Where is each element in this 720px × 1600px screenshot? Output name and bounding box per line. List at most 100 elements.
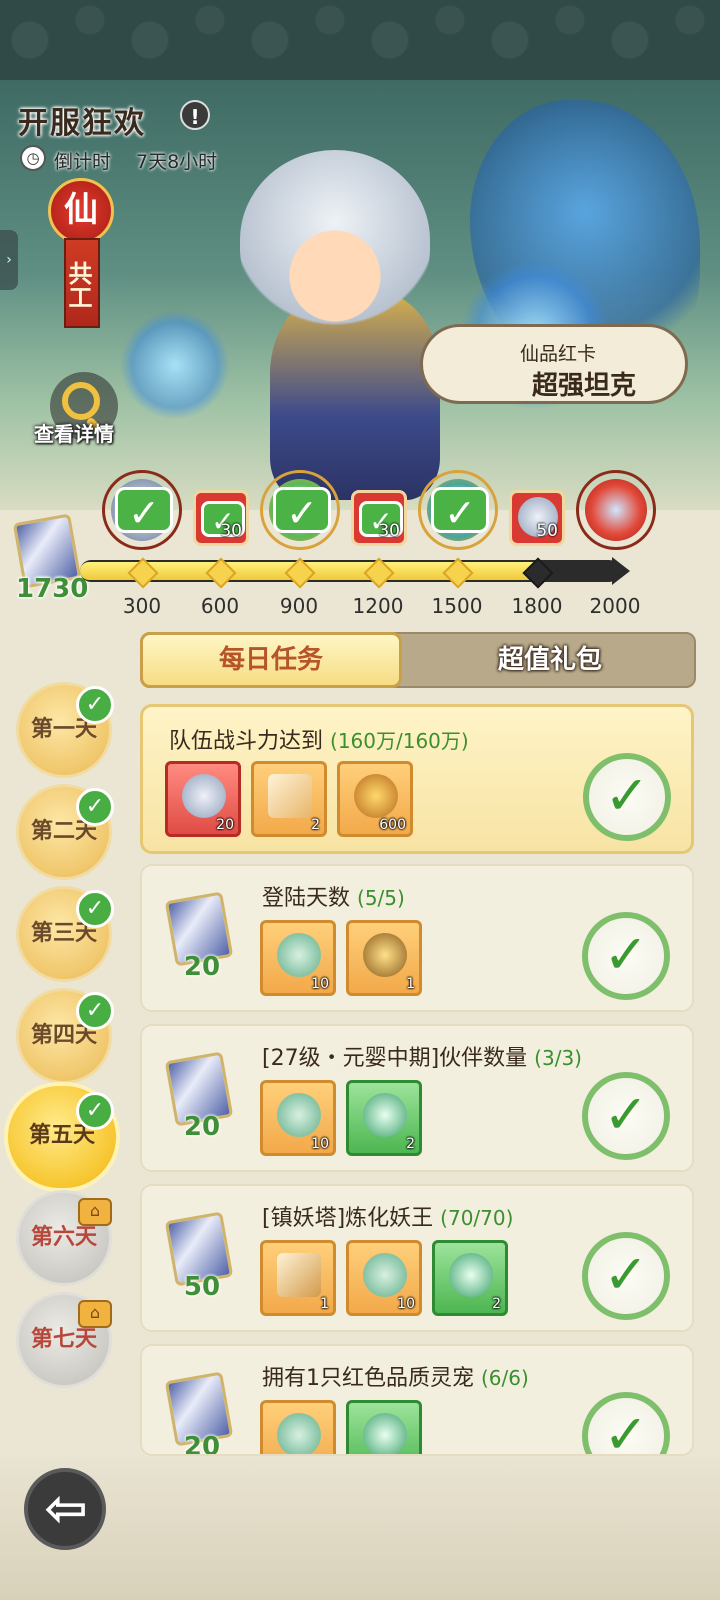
reward-hero-shard[interactable]: 50 [509, 490, 565, 546]
rank-badge: 仙 [48, 178, 114, 244]
reward-item[interactable] [260, 1400, 336, 1454]
gold-orb-icon [354, 774, 398, 818]
day-complete-check-icon: ✓ [76, 788, 114, 826]
task-progress: (160万/160万) [330, 729, 469, 753]
clock-icon: ◷ [20, 145, 46, 171]
item-count: 10 [397, 1296, 415, 1312]
task-points: 20 [183, 1432, 221, 1456]
lock-icon: ⌂ [78, 1198, 112, 1226]
reward-item[interactable]: 10 [260, 1080, 336, 1156]
jade-fish-icon [277, 1093, 321, 1137]
claimed-check-icon: ✓ [431, 487, 489, 535]
reward-item[interactable]: 2 [251, 761, 327, 837]
day-complete-check-icon: ✓ [76, 1092, 114, 1130]
countdown-label: 倒计时 [54, 151, 112, 173]
task-card: 20 拥有1只红色品质灵宠 (6/6) ✓ [140, 1344, 694, 1456]
tab-daily-tasks[interactable]: 每日任务 [140, 632, 402, 688]
jade-orb-icon [449, 1253, 493, 1297]
reward-item[interactable]: 2 [432, 1240, 508, 1316]
day-complete-check-icon: ✓ [76, 992, 114, 1030]
reward-hero-shard[interactable]: ✓ 30 [193, 490, 249, 546]
reward-item[interactable]: 20 [165, 761, 241, 837]
reward-hero-avatar[interactable]: ✓ [102, 470, 182, 550]
info-icon[interactable]: ! [180, 100, 210, 130]
reward-jade-item[interactable]: ✓ [260, 470, 340, 550]
item-count: 20 [216, 817, 234, 833]
reward-item[interactable]: 10 [346, 1240, 422, 1316]
claimed-check-icon: ✓ [273, 487, 331, 535]
jade-orb-icon [363, 1413, 407, 1454]
item-count: 2 [311, 817, 320, 833]
reward-count: 30 [220, 521, 242, 541]
hero-name-ribbon: 共工 [64, 238, 100, 328]
task-title-text: 拥有1只红色品质灵宠 [262, 1366, 474, 1391]
task-progress: (3/3) [534, 1046, 582, 1070]
reward-hero-shard[interactable]: ✓ 30 [351, 490, 407, 546]
reward-count: 50 [536, 521, 558, 541]
reward-item[interactable]: 1 [260, 1240, 336, 1316]
claimed-check-icon: ✓ [115, 487, 173, 535]
task-title: 拥有1只红色品质灵宠 (6/6) [262, 1360, 529, 1392]
tick-label: 600 [200, 594, 240, 618]
water-orb-left [120, 310, 230, 420]
track-end-arrow [612, 557, 630, 585]
reward-mirror-item[interactable] [576, 470, 656, 550]
card-tagline-text: 超强坦克 [531, 371, 636, 401]
task-progress: (5/5) [357, 886, 405, 910]
reward-item[interactable] [346, 1400, 422, 1454]
day-complete-check-icon: ✓ [76, 686, 114, 724]
item-count: 2 [406, 1136, 415, 1152]
task-title: 登陆天数 (5/5) [262, 880, 405, 912]
task-points: 20 [183, 952, 221, 982]
task-complete-check-icon: ✓ [582, 1392, 670, 1454]
card-quality-text: 仙品红卡 [519, 343, 596, 365]
gold-sphere-icon [363, 933, 407, 977]
magnifier-icon [62, 382, 100, 420]
reward-helmet-item[interactable]: ✓ [418, 470, 498, 550]
side-expand-tab[interactable]: › [0, 230, 18, 290]
task-title-text: [27级・元婴中期]伙伴数量 [262, 1046, 528, 1071]
task-card: 50 [镇妖塔]炼化妖王 (70/70) 1 10 2 ✓ [140, 1184, 694, 1332]
countdown-value: 7天8小时 [136, 151, 218, 173]
bottom-bar [0, 1456, 720, 1600]
item-count: 1 [406, 976, 415, 992]
reward-item[interactable]: 10 [260, 920, 336, 996]
task-title: [27级・元婴中期]伙伴数量 (3/3) [262, 1040, 582, 1072]
task-card: 队伍战斗力达到 (160万/160万) 20 2 600 ✓ [140, 704, 694, 854]
jade-fish-icon [277, 1413, 321, 1454]
item-count: 600 [379, 817, 406, 833]
tick-label: 1800 [511, 594, 563, 618]
talisman-scroll-icon [277, 1253, 321, 1297]
task-complete-check-icon: ✓ [582, 912, 670, 1000]
tab-value-gift-pack[interactable]: 超值礼包 [404, 632, 696, 688]
lock-icon: ⌂ [78, 1300, 112, 1328]
reward-item[interactable]: 600 [337, 761, 413, 837]
item-count: 10 [311, 976, 329, 992]
reward-count: 30 [378, 521, 400, 541]
back-button[interactable]: ⇦ [24, 1468, 106, 1550]
item-count: 1 [320, 1296, 329, 1312]
reward-item[interactable]: 1 [346, 920, 422, 996]
task-complete-check-icon: ✓ [582, 1232, 670, 1320]
task-card: 20 [27级・元婴中期]伙伴数量 (3/3) 10 2 ✓ [140, 1024, 694, 1172]
task-title: [镇妖塔]炼化妖王 (70/70) [262, 1200, 513, 1232]
hero-shard-icon [182, 774, 226, 818]
view-detail-label[interactable]: 查看详情 [34, 418, 114, 447]
tick-label: 1500 [431, 594, 483, 618]
task-title: 队伍战斗力达到 (160万/160万) [169, 723, 469, 755]
reward-item[interactable]: 2 [346, 1080, 422, 1156]
task-complete-check-icon: ✓ [582, 1072, 670, 1160]
task-progress: (6/6) [481, 1366, 529, 1390]
page-title: 开服狂欢 [18, 106, 146, 141]
tick-label: 2000 [589, 594, 641, 618]
task-card: 20 登陆天数 (5/5) 10 1 ✓ [140, 864, 694, 1012]
jade-fish-icon [363, 1253, 407, 1297]
tick-label: 1200 [352, 594, 404, 618]
item-count: 2 [492, 1296, 501, 1312]
task-complete-check-icon: ✓ [583, 753, 671, 841]
reward-art [585, 479, 647, 541]
jade-fish-icon [277, 933, 321, 977]
task-points: 50 [183, 1272, 221, 1302]
task-points: 20 [183, 1112, 221, 1142]
hero-quality-cloud: 仙品红卡 超强坦克 [420, 324, 688, 404]
